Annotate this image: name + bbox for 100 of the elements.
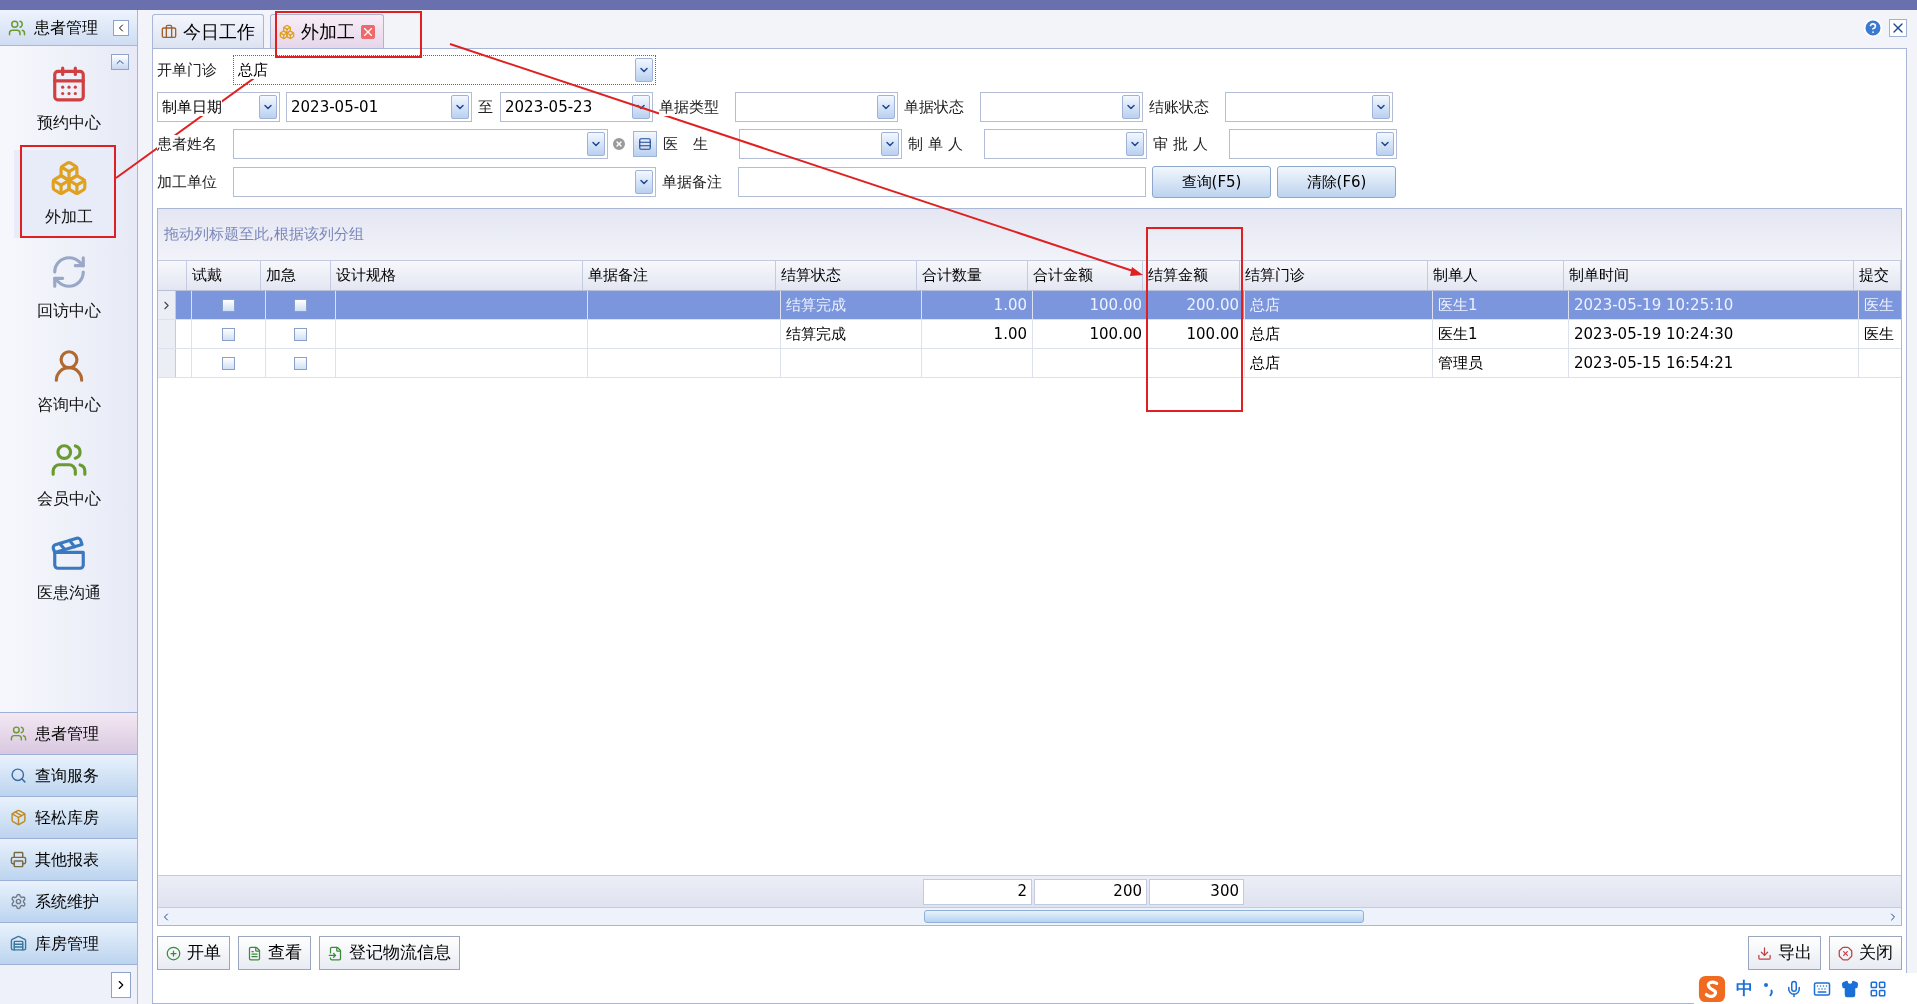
- export-icon: [1757, 945, 1772, 961]
- dropdown-button[interactable]: [632, 95, 650, 119]
- nav-item[interactable]: 系统维护: [0, 880, 137, 922]
- nav-item[interactable]: 患者管理: [0, 712, 137, 754]
- column-header[interactable]: 单据备注: [583, 261, 776, 290]
- search-icon: [10, 767, 27, 784]
- query-button[interactable]: 查询(F5): [1152, 166, 1271, 198]
- toolbar-button[interactable]: 导出: [1748, 936, 1821, 970]
- shirt-icon[interactable]: [1841, 979, 1859, 998]
- dropdown-button[interactable]: [877, 95, 895, 119]
- sidebar-item[interactable]: 咨询中心: [13, 338, 124, 426]
- dropdown-button[interactable]: [451, 95, 469, 119]
- table-row[interactable]: 结算完成 1.00 100.00 100.00 总店 医生1 2023-05-19 10:24:30 医生: [158, 320, 1901, 349]
- nav-item[interactable]: 轻松库房: [0, 796, 137, 838]
- sidebar-item[interactable]: 会员中心: [13, 432, 124, 520]
- punctuation-icon[interactable]: [1763, 980, 1775, 997]
- column-header[interactable]: 提交: [1854, 261, 1901, 290]
- toolbar-button[interactable]: 登记物流信息: [319, 936, 460, 970]
- tab[interactable]: 外加工: [270, 14, 384, 48]
- checkbox[interactable]: [294, 356, 307, 370]
- close-icon: [1838, 945, 1853, 961]
- table-cell-text: 总店: [1250, 352, 1280, 374]
- checkbox[interactable]: [222, 327, 235, 341]
- combo-field[interactable]: [1229, 129, 1397, 159]
- expand-button[interactable]: [111, 971, 131, 998]
- column-header[interactable]: 加急: [261, 261, 331, 290]
- close-tab-icon[interactable]: [361, 24, 375, 39]
- column-header[interactable]: 结算状态: [776, 261, 917, 290]
- nav-item[interactable]: 查询服务: [0, 754, 137, 796]
- combo-field[interactable]: [984, 129, 1147, 159]
- toolbar-button[interactable]: 关闭: [1829, 936, 1902, 970]
- combo-field[interactable]: [233, 129, 608, 159]
- field-label: 医 生: [663, 135, 708, 153]
- ime-mode[interactable]: 中: [1736, 975, 1753, 1002]
- column-header[interactable]: 制单人: [1428, 261, 1564, 290]
- combo-field[interactable]: [980, 92, 1143, 122]
- column-header[interactable]: 合计数量: [917, 261, 1028, 290]
- summary-value: 2: [923, 878, 1032, 905]
- nav-item[interactable]: 其他报表: [0, 838, 137, 880]
- combo-field[interactable]: 总店: [233, 55, 656, 85]
- combo-field[interactable]: [735, 92, 898, 122]
- tab[interactable]: 今日工作: [152, 14, 264, 48]
- horizontal-scrollbar[interactable]: [158, 907, 1901, 925]
- column-header[interactable]: 结算金额: [1143, 261, 1240, 290]
- scroll-up-button[interactable]: [111, 54, 129, 70]
- collapse-button[interactable]: [113, 19, 129, 36]
- combo-field[interactable]: [739, 129, 902, 159]
- toolbar-button[interactable]: 查看: [238, 936, 311, 970]
- column-header[interactable]: 结算门诊: [1240, 261, 1428, 290]
- keyboard-icon[interactable]: [1813, 979, 1831, 998]
- combo-field[interactable]: 2023-05-01: [286, 92, 472, 122]
- note-field[interactable]: [738, 167, 1146, 197]
- column-header[interactable]: 制单时间: [1564, 261, 1854, 290]
- microphone-icon[interactable]: [1785, 979, 1803, 998]
- table-cell-text: 医生1: [1438, 294, 1478, 316]
- table-cell-text: 200.00: [1186, 294, 1239, 316]
- checkbox[interactable]: [294, 298, 307, 312]
- dropdown-button[interactable]: [635, 170, 653, 194]
- dropdown-button[interactable]: [1376, 132, 1394, 156]
- sidebar-item[interactable]: 医患沟通: [13, 526, 124, 614]
- combo-field[interactable]: [1225, 92, 1393, 122]
- table-cell-text: 1.00: [993, 323, 1027, 345]
- column-header[interactable]: 设计规格: [331, 261, 583, 290]
- clear-icon[interactable]: [611, 136, 627, 152]
- toolbar-button[interactable]: 开单: [157, 936, 230, 970]
- table-cell-text: 2023-05-19 10:24:30: [1574, 323, 1734, 345]
- field-label: 审 批 人: [1153, 135, 1208, 153]
- document-icon: [247, 945, 262, 961]
- clear-button[interactable]: 清除(F6): [1277, 166, 1396, 198]
- table-cell-text: 医生1: [1438, 323, 1478, 345]
- sidebar-item[interactable]: 回访中心: [13, 244, 124, 332]
- dropdown-button[interactable]: [259, 95, 277, 119]
- gear-icon: [10, 893, 27, 910]
- column-header[interactable]: 试戴: [187, 261, 261, 290]
- combo-field[interactable]: 制单日期: [157, 92, 280, 122]
- checkbox[interactable]: [222, 298, 235, 312]
- grid-icon[interactable]: [1869, 979, 1887, 998]
- dropdown-button[interactable]: [1372, 95, 1390, 119]
- warehouse-icon: [10, 935, 27, 952]
- table-cell-text: 2023-05-15 16:54:21: [1574, 352, 1734, 374]
- close-icon[interactable]: [1889, 19, 1907, 37]
- dropdown-button[interactable]: [635, 58, 653, 82]
- scrollbar-thumb[interactable]: [924, 910, 1364, 923]
- dropdown-button[interactable]: [881, 132, 899, 156]
- help-icon[interactable]: [1863, 18, 1883, 38]
- sidebar-item[interactable]: 预约中心: [13, 56, 124, 144]
- table-row[interactable]: 总店 管理员 2023-05-15 16:54:21: [158, 349, 1901, 378]
- picker-button[interactable]: [633, 131, 657, 157]
- table-cell-text: 结算完成: [786, 323, 846, 345]
- field-label: 结账状态: [1149, 98, 1209, 116]
- checkbox[interactable]: [222, 356, 235, 370]
- checkbox[interactable]: [294, 327, 307, 341]
- combo-field[interactable]: 2023-05-23: [500, 92, 653, 122]
- dropdown-button[interactable]: [587, 132, 605, 156]
- dropdown-button[interactable]: [1126, 132, 1144, 156]
- nav-item[interactable]: 库房管理: [0, 922, 137, 964]
- group-hint: 拖动列标题至此,根据该列分组: [164, 224, 364, 246]
- dropdown-button[interactable]: [1122, 95, 1140, 119]
- combo-field[interactable]: [233, 167, 656, 197]
- row-header[interactable]: [158, 291, 176, 319]
